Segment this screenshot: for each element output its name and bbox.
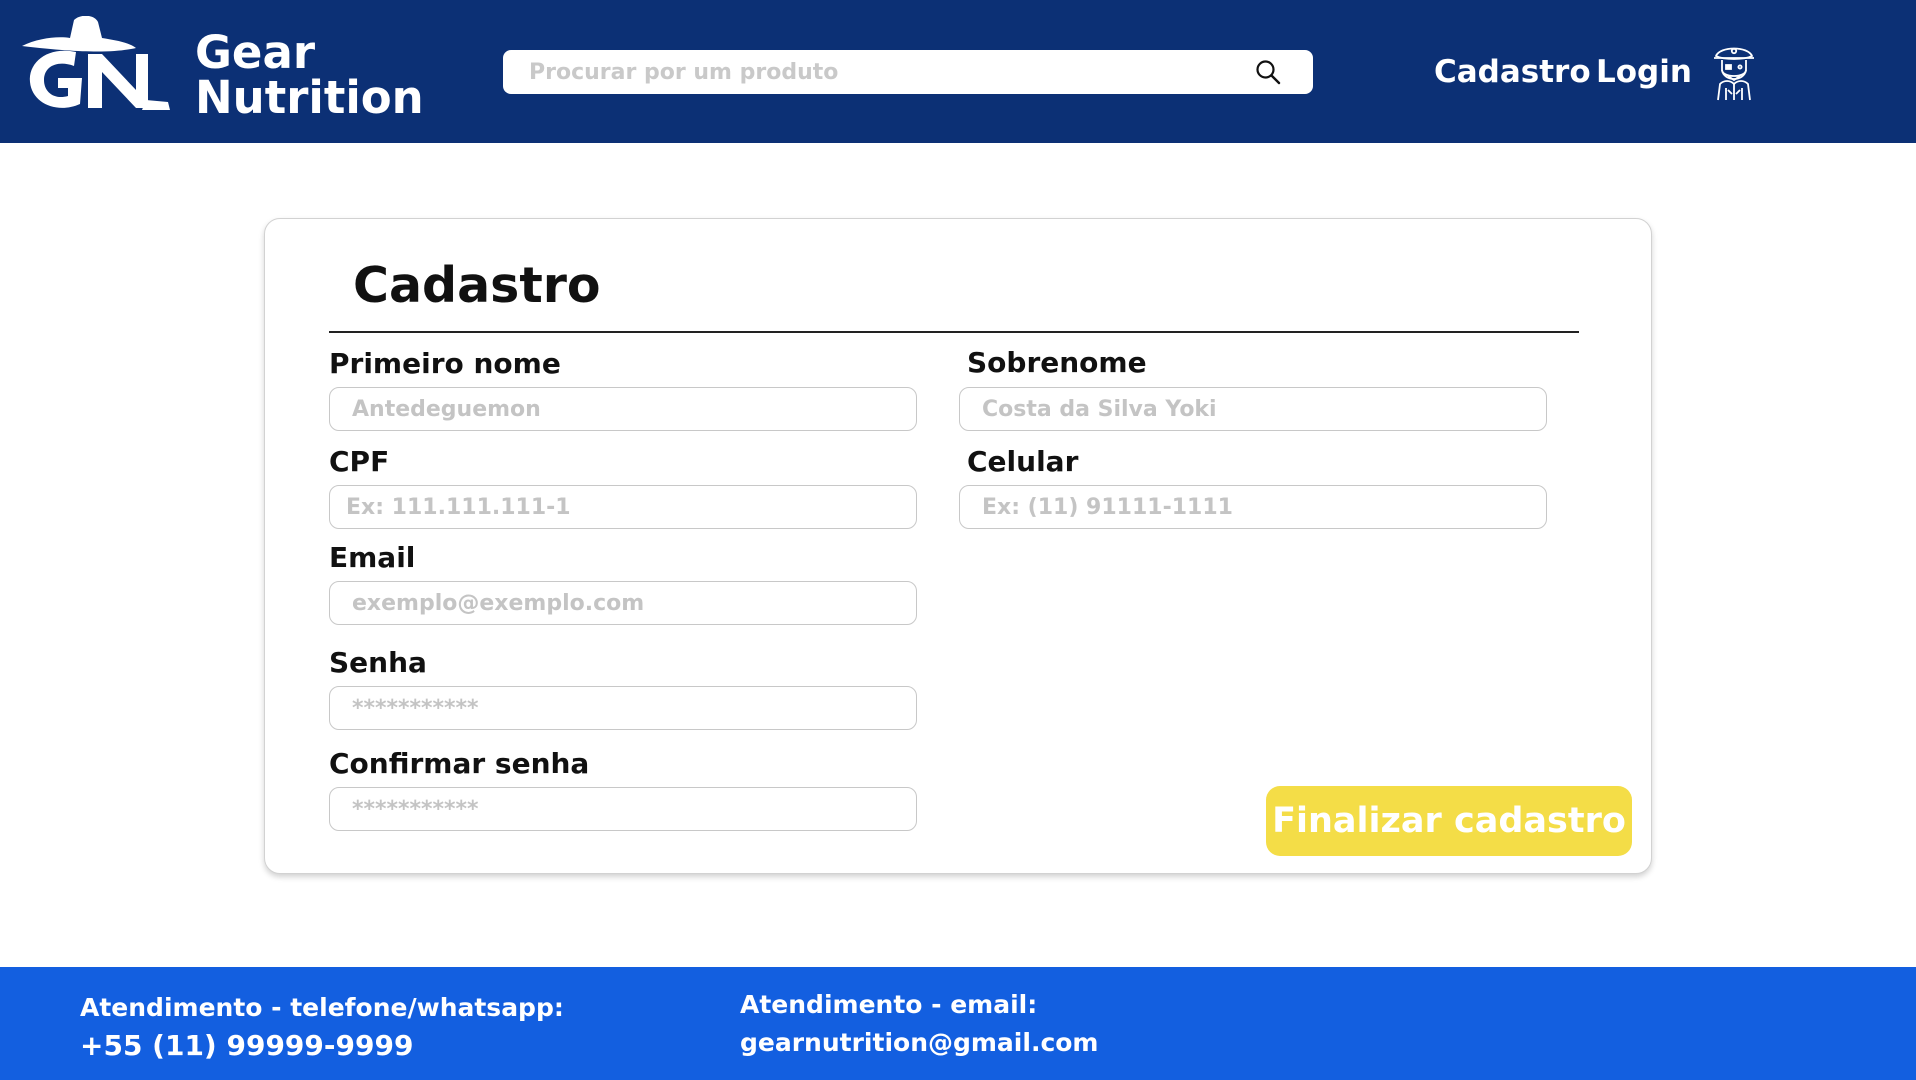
footer-email-value[interactable]: gearnutrition@gmail.com [740, 1024, 1098, 1062]
last-name-label: Sobrenome [967, 346, 1147, 379]
brand-logo[interactable]: Gear Nutrition [18, 16, 424, 121]
search-bar [503, 50, 1313, 94]
search-input[interactable] [529, 50, 1229, 94]
site-footer: Atendimento - telefone/whatsapp: +55 (11… [0, 967, 1916, 1080]
finish-registration-button[interactable]: Finalizar cadastro [1266, 786, 1632, 856]
title-divider [329, 331, 1579, 333]
nav-login-link[interactable]: Login [1596, 50, 1692, 94]
nav-cadastro-link[interactable]: Cadastro [1434, 50, 1591, 94]
email-input[interactable] [329, 581, 917, 625]
cpf-label: CPF [329, 445, 390, 478]
footer-phone-value: +55 (11) 99999-9999 [80, 1029, 414, 1062]
cpf-input[interactable] [329, 485, 917, 529]
first-name-input[interactable] [329, 387, 917, 431]
footer-phone-contact: Atendimento - telefone/whatsapp: +55 (11… [80, 989, 564, 1065]
confirm-password-label: Confirmar senha [329, 747, 590, 780]
search-icon[interactable] [1255, 59, 1281, 85]
pirate-user-icon[interactable] [1708, 40, 1760, 102]
confirm-password-input[interactable] [329, 787, 917, 831]
brand-name-line1: Gear [195, 26, 316, 79]
brand-name: Gear Nutrition [195, 30, 424, 120]
site-header: Gear Nutrition Cadastro Login [0, 0, 1916, 143]
email-label: Email [329, 541, 416, 574]
phone-label: Celular [967, 445, 1079, 478]
footer-phone-title: Atendimento - telefone/whatsapp: [80, 993, 564, 1022]
footer-email-title: Atendimento - email: [740, 990, 1038, 1019]
password-label: Senha [329, 646, 427, 679]
page-title: Cadastro [353, 257, 601, 314]
logo-icon [22, 16, 170, 110]
password-input[interactable] [329, 686, 917, 730]
phone-input[interactable] [959, 485, 1547, 529]
last-name-input[interactable] [959, 387, 1547, 431]
registration-card: Cadastro Primeiro nome Sobrenome CPF Cel… [264, 218, 1652, 874]
first-name-label: Primeiro nome [329, 347, 561, 380]
brand-name-line2: Nutrition [195, 71, 424, 124]
footer-email-contact: Atendimento - email: gearnutrition@gmail… [740, 986, 1098, 1062]
